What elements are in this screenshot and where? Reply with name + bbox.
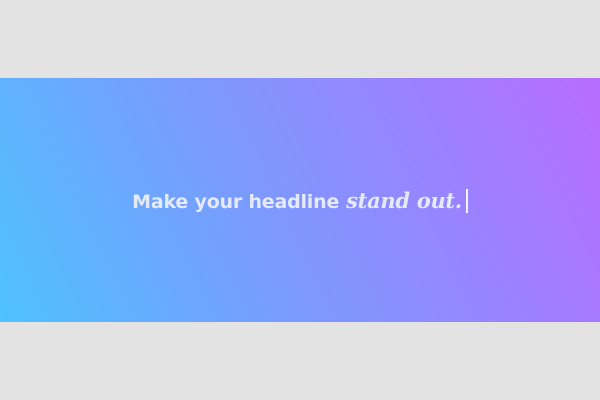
page: Make your headline stand out. [0,0,600,400]
headline[interactable]: Make your headline stand out. [132,188,468,213]
headline-accent: stand out. [346,187,462,213]
text-cursor [465,189,468,213]
hero-banner: Make your headline stand out. [0,78,600,322]
headline-prefix: Make your headline [132,190,340,213]
